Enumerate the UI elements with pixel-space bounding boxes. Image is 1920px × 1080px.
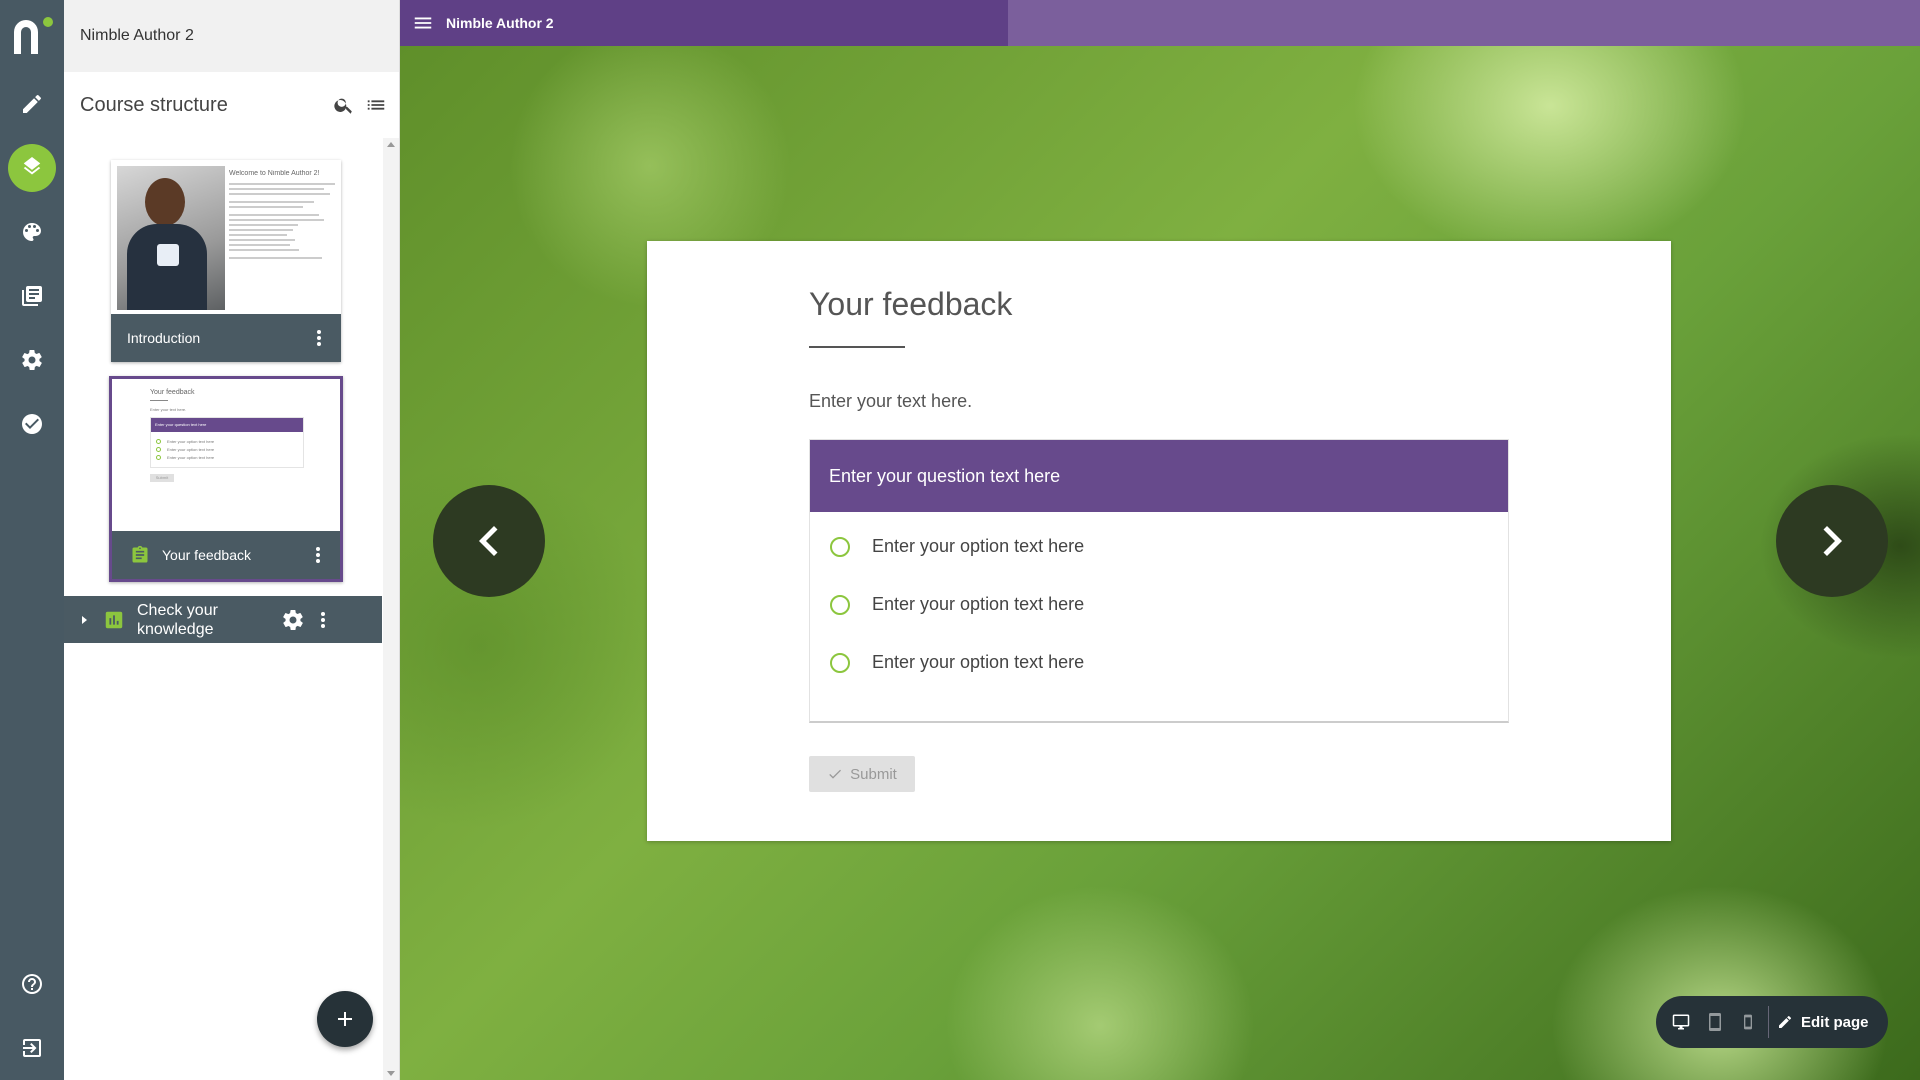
question-text[interactable]: Enter your question text here — [810, 440, 1508, 512]
option-label: Enter your option text here — [872, 536, 1085, 556]
library-rail-button[interactable] — [0, 268, 64, 324]
layers-icon — [23, 157, 41, 175]
next-page-button[interactable] — [1776, 485, 1888, 597]
plus-icon — [338, 1012, 352, 1026]
feedback-thumb-option: Enter your option text here — [167, 455, 215, 460]
logout-icon — [23, 1039, 41, 1057]
title-divider — [809, 346, 905, 348]
more-vert-icon[interactable] — [308, 545, 328, 565]
submit-label: Submit — [850, 765, 897, 783]
more-vert-icon[interactable] — [309, 328, 329, 348]
check-circle-icon — [22, 414, 42, 434]
add-button[interactable] — [317, 991, 373, 1047]
phone-icon[interactable] — [1740, 1014, 1756, 1030]
desktop-icon[interactable] — [1672, 1013, 1690, 1031]
library-icon — [22, 286, 42, 306]
radio-button[interactable] — [830, 594, 850, 615]
chevron-left-icon — [479, 526, 498, 556]
radio-button[interactable] — [830, 652, 850, 673]
content-card: Your feedback Enter your text here. Ente… — [647, 241, 1671, 841]
more-vert-icon[interactable] — [319, 610, 327, 630]
intro-thumb-title: Welcome to Nimble Author 2! — [229, 170, 320, 177]
list-icon[interactable] — [365, 94, 387, 116]
option-row[interactable]: Enter your option text here — [830, 652, 1084, 673]
previous-page-button[interactable] — [433, 485, 545, 597]
edit-page-button[interactable]: Edit page — [1777, 1014, 1869, 1031]
toolbar-divider — [1768, 1006, 1769, 1038]
check-icon — [829, 769, 842, 779]
option-label: Enter your option text here — [872, 594, 1085, 614]
edit-page-label: Edit page — [1801, 1013, 1869, 1031]
feedback-thumb-submit: Submit — [150, 474, 174, 482]
page-card-label: Your feedback — [162, 547, 251, 563]
publish-rail-button[interactable] — [0, 396, 64, 452]
panel-scrollbar[interactable] — [383, 138, 399, 1080]
course-title: Nimble Author 2 — [446, 15, 554, 31]
topic-check-your-knowledge[interactable]: Check your knowledge — [64, 596, 382, 643]
gear-icon — [22, 349, 42, 371]
option-row[interactable]: Enter your option text here — [830, 594, 1084, 615]
page-text[interactable]: Enter your text here. — [809, 391, 972, 412]
feedback-thumb-option: Enter your option text here — [167, 439, 215, 444]
expand-arrow-icon[interactable] — [82, 615, 87, 624]
page-card-label: Introduction — [127, 330, 201, 346]
tablet-icon[interactable] — [1706, 1013, 1724, 1031]
palette-icon — [23, 223, 41, 241]
menu-icon[interactable] — [412, 12, 434, 34]
help-rail-button[interactable] — [0, 956, 64, 1012]
pencil-icon — [1779, 1015, 1791, 1028]
clipboard-icon — [132, 545, 148, 563]
option-label: Enter your option text here — [872, 652, 1085, 672]
structure-rail-button[interactable] — [0, 140, 64, 196]
app-name: Nimble Author 2 — [80, 27, 194, 44]
feedback-thumb-option: Enter your option text here — [167, 447, 215, 452]
edit-rail-button[interactable] — [0, 76, 64, 132]
topic-label: Check your knowledge — [137, 601, 218, 638]
preview-topbar: Nimble Author 2 — [400, 0, 1920, 46]
left-rail — [0, 0, 64, 1080]
feedback-thumb-text: Enter your text here. — [150, 407, 187, 412]
course-structure-panel: Nimble Author 2 Course structure Welcome… — [64, 0, 400, 1080]
help-icon — [22, 974, 42, 994]
search-icon[interactable] — [333, 94, 355, 116]
page-preview-stage: Your feedback Enter your text here. Ente… — [400, 46, 1920, 1080]
page-card-your-feedback[interactable]: Your feedback Enter your text here. Ente… — [109, 376, 343, 582]
page-card-introduction[interactable]: Welcome to Nimble Author 2! Introduction — [111, 160, 341, 362]
theme-rail-button[interactable] — [0, 204, 64, 260]
panel-title: Course structure — [80, 93, 228, 116]
bar-chart-icon — [105, 611, 123, 628]
nimble-logo[interactable] — [8, 12, 56, 60]
logout-rail-button[interactable] — [0, 1020, 64, 1076]
preview-toolbar: Edit page — [1656, 996, 1888, 1048]
question-block: Enter your question text here Enter your… — [809, 439, 1509, 723]
intro-thumbnail — [117, 166, 225, 310]
feedback-thumb-title: Your feedback — [150, 389, 195, 396]
gear-icon[interactable] — [281, 608, 305, 632]
feedback-thumb-question: Enter your question text here — [151, 418, 303, 432]
settings-rail-button[interactable] — [0, 332, 64, 388]
radio-button[interactable] — [830, 536, 850, 557]
page-title: Your feedback — [809, 286, 1013, 322]
submit-button[interactable]: Submit — [809, 756, 915, 792]
option-row[interactable]: Enter your option text here — [830, 536, 1084, 557]
chevron-right-icon — [1823, 526, 1842, 556]
pencil-icon — [23, 94, 41, 113]
